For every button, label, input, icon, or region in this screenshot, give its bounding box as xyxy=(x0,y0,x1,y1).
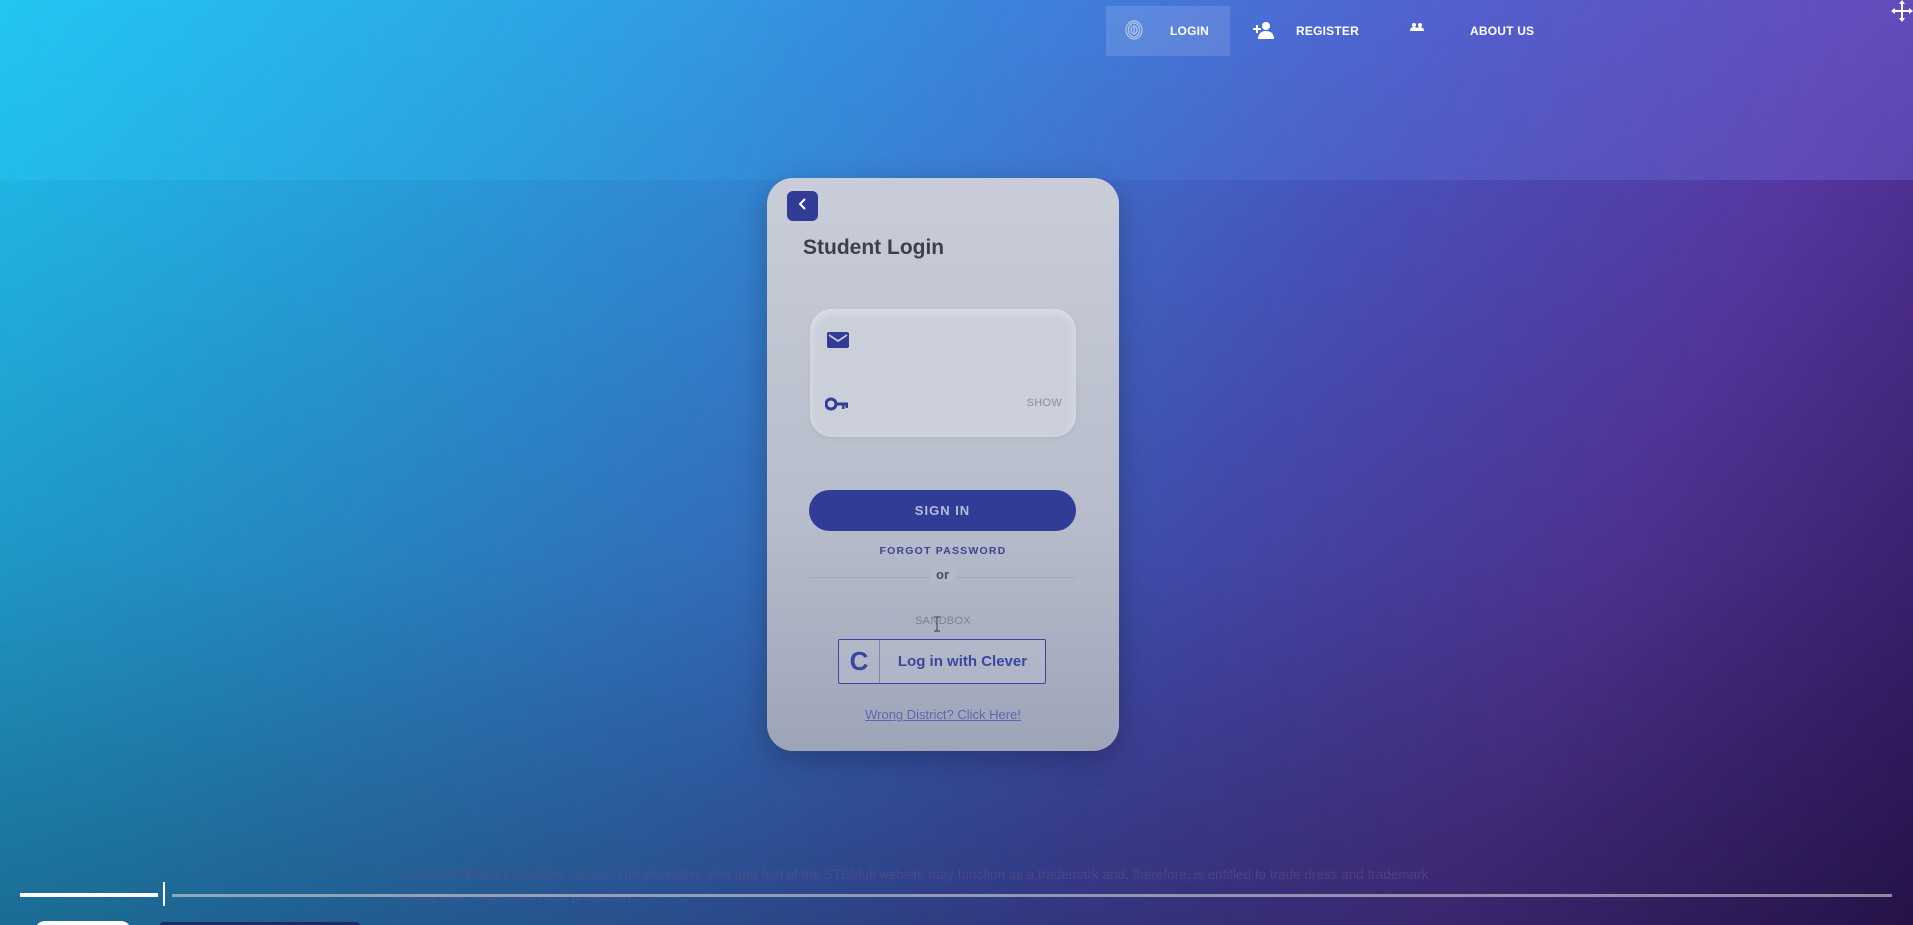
text-cursor-icon xyxy=(933,616,941,637)
or-divider: or xyxy=(809,566,1076,586)
footer-notice: © 2020 STEMuli Education. Notice: The di… xyxy=(401,867,1429,904)
clever-login-label: Log in with Clever xyxy=(897,653,1028,670)
nav-register[interactable]: REGISTER xyxy=(1230,6,1402,56)
back-button[interactable] xyxy=(787,191,818,221)
nav-login[interactable]: LOGIN xyxy=(1106,6,1230,56)
video-progress-handle[interactable] xyxy=(163,882,165,906)
video-progress-played xyxy=(20,893,158,897)
top-nav: LOGIN REGISTER ABOUT US xyxy=(1106,6,1560,56)
add-person-icon xyxy=(1252,21,1276,42)
forgot-password-link[interactable]: FORGOT PASSWORD xyxy=(767,545,1119,557)
password-input[interactable] xyxy=(864,391,1028,419)
move-icon[interactable] xyxy=(1891,0,1913,27)
login-card: Student Login SHOW SIGN IN FORGOT PASSWO… xyxy=(767,178,1119,751)
email-input[interactable] xyxy=(864,329,1028,357)
fingerprint-icon xyxy=(1124,19,1144,43)
nav-login-label: LOGIN xyxy=(1170,24,1209,38)
wrong-district-link[interactable]: Wrong District? Click Here! xyxy=(767,707,1119,722)
show-password-toggle[interactable]: SHOW xyxy=(1027,397,1062,409)
sign-in-button[interactable]: SIGN IN xyxy=(809,490,1076,531)
top-glow xyxy=(0,0,1913,180)
clever-login-button[interactable]: C Log in with Clever xyxy=(838,639,1046,684)
video-control-pill[interactable] xyxy=(35,921,131,925)
video-progress-track[interactable] xyxy=(172,894,1892,897)
sandbox-label: SANDBOX xyxy=(915,615,971,627)
page: LOGIN REGISTER ABOUT US Student Login SH… xyxy=(0,0,1913,925)
chevron-left-icon xyxy=(797,197,809,215)
nav-register-label: REGISTER xyxy=(1296,24,1359,38)
or-label: or xyxy=(930,567,955,582)
nav-about-us-label: ABOUT US xyxy=(1470,24,1535,38)
card-title: Student Login xyxy=(803,236,945,259)
nav-about-us[interactable]: ABOUT US xyxy=(1402,6,1560,56)
group-icon xyxy=(1410,21,1424,35)
key-icon xyxy=(824,397,849,416)
clever-logo-icon: C xyxy=(839,640,880,683)
credentials-box: SHOW xyxy=(810,309,1076,437)
envelope-icon xyxy=(827,332,849,353)
